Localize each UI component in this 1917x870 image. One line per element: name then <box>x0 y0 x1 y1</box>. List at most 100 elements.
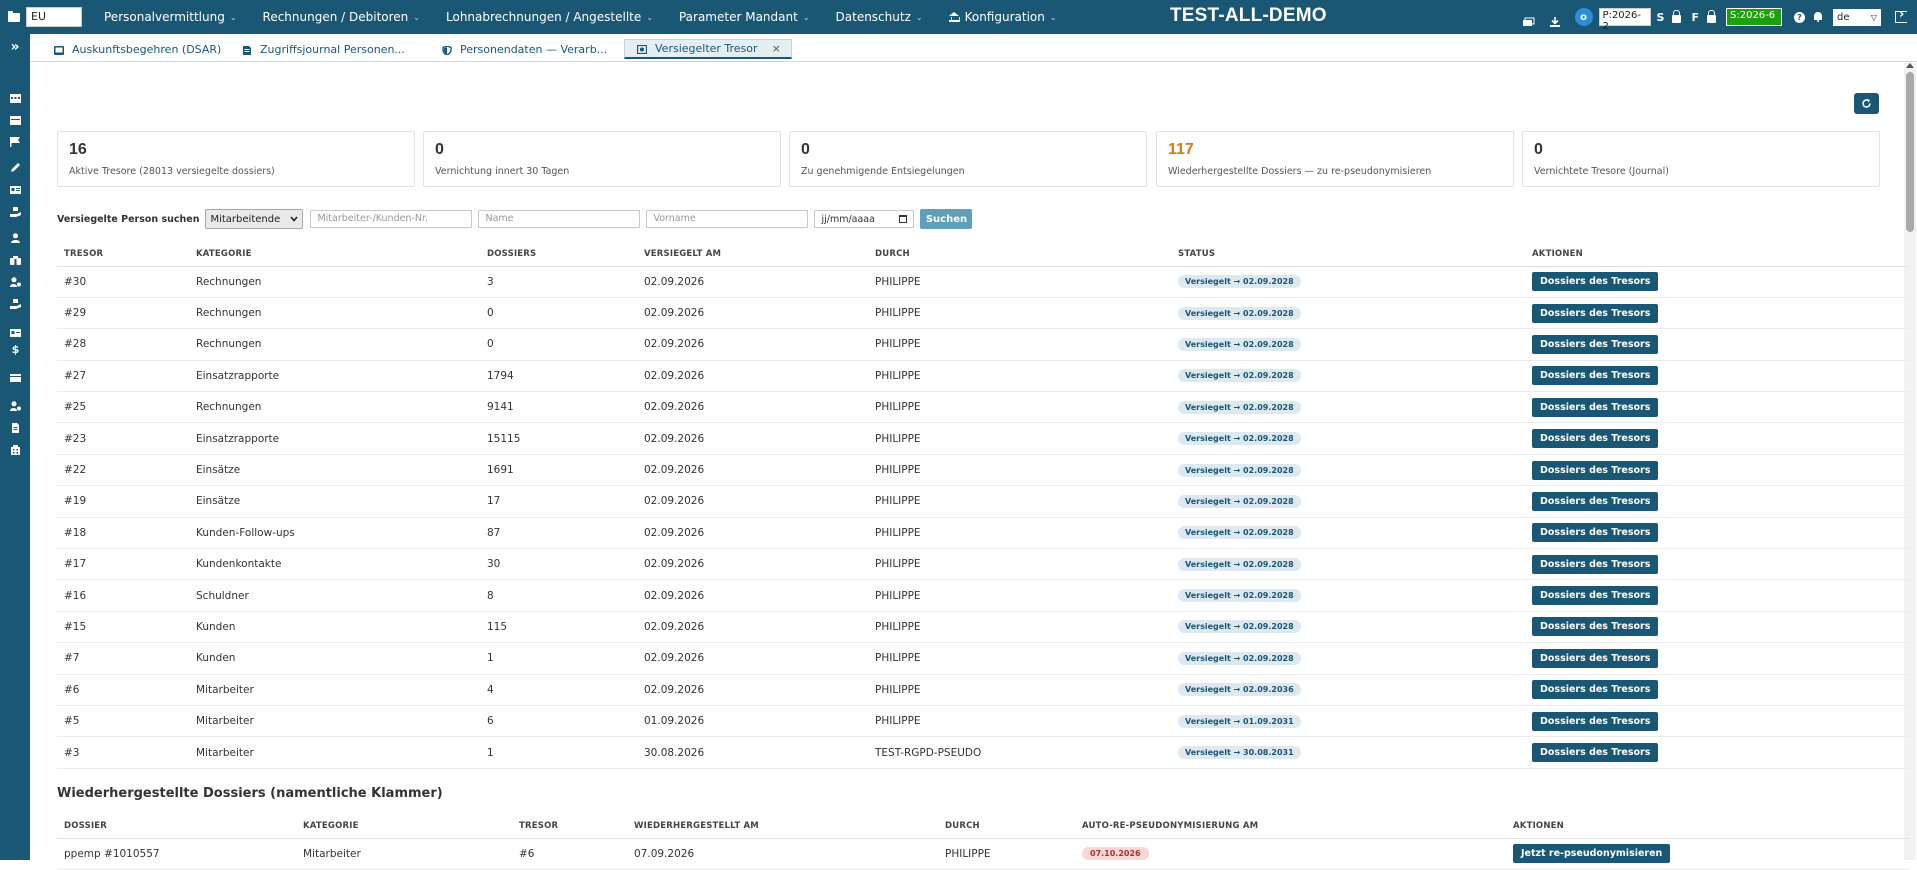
file-icon[interactable] <box>10 418 21 433</box>
sealed-date-cell: 01.09.2026 <box>637 705 868 738</box>
category-cell: Kundenkontakte <box>189 548 480 581</box>
close-icon[interactable]: × <box>772 42 781 55</box>
book-icon <box>54 45 64 55</box>
vault-dossiers-button[interactable]: Dossiers des Tresors <box>1532 617 1659 637</box>
vault-dossiers-button[interactable]: Dossiers des Tresors <box>1532 711 1659 731</box>
calendar-icon[interactable] <box>10 88 21 103</box>
vault-dossiers-button[interactable]: Dossiers des Tresors <box>1532 272 1659 292</box>
vault-dossiers-button[interactable]: Dossiers des Tresors <box>1532 366 1659 386</box>
user-icon[interactable] <box>10 228 21 243</box>
chevron-down-icon: ⌄ <box>915 12 923 22</box>
menu-konfiguration[interactable]: Konfiguration ⌄ <box>948 10 1057 24</box>
repseudonymize-now-button[interactable]: Jetzt re-pseudonymisieren <box>1513 844 1671 864</box>
period-p-input[interactable]: P:2026-2 <box>1598 8 1651 32</box>
address-card-icon[interactable] <box>10 323 21 337</box>
tab-sealed-vault[interactable]: Versiegelter Tresor × <box>624 39 792 59</box>
refresh-button[interactable] <box>1854 93 1879 114</box>
table-row: #19 Einsätze 17 02.09.2026 PHILIPPE Versiegel… <box>57 485 1910 518</box>
menu-label: Personalvermittlung <box>104 10 225 24</box>
expand-sidebar-icon[interactable]: » <box>0 34 30 60</box>
actions-cell: Dossiers des Tresors <box>1525 579 1910 612</box>
vault-dossiers-button[interactable]: Dossiers des Tresors <box>1532 586 1659 606</box>
vault-dossiers-button[interactable]: Dossiers des Tresors <box>1532 429 1659 449</box>
unlock-icon[interactable] <box>1672 10 1682 23</box>
unlock-icon[interactable] <box>1707 10 1716 23</box>
calendar-icon[interactable] <box>10 110 21 125</box>
period-s-input[interactable]: S:2026-6 <box>1726 8 1782 26</box>
menu-parameter-mandant[interactable]: Parameter Mandant ⌄ <box>679 10 810 24</box>
menu-personalvermittlung[interactable]: Personalvermittlung ⌄ <box>104 10 237 24</box>
binoculars-icon[interactable] <box>10 250 21 265</box>
vault-dossiers-button[interactable]: Dossiers des Tresors <box>1532 303 1659 323</box>
menu-datenschutz[interactable]: Datenschutz ⌄ <box>836 10 923 24</box>
menu-rechnungen[interactable]: Rechnungen / Debitoren ⌄ <box>263 10 420 24</box>
vault-dossiers-button[interactable]: Dossiers des Tresors <box>1532 460 1659 480</box>
calendar-icon[interactable] <box>899 215 908 223</box>
actions-cell: Dossiers des Tresors <box>1525 611 1910 644</box>
scroll-up-icon[interactable] <box>1906 63 1914 68</box>
user-settings-icon[interactable] <box>10 396 21 411</box>
bell-icon[interactable] <box>1813 12 1823 22</box>
folder-icon[interactable] <box>8 10 20 22</box>
hand-holding-dollar-icon[interactable] <box>10 294 21 309</box>
status-badge: Versiegelt → 02.09.2028 <box>1178 651 1301 665</box>
status-cell: Versiegelt → 02.09.2028 <box>1171 579 1525 612</box>
stack-icon[interactable] <box>1522 12 1535 26</box>
vault-dossiers-button[interactable]: Dossiers des Tresors <box>1532 397 1659 417</box>
logout-icon[interactable] <box>1895 7 1907 23</box>
restored-table: Dossier Kategorie Tresor Wiederhergestel… <box>57 814 1910 870</box>
person-type-select[interactable]: Mitarbeitende <box>205 209 304 229</box>
column-header: Tresor <box>512 814 627 839</box>
name-input[interactable]: Name <box>478 210 641 228</box>
avatar[interactable]: o <box>1574 8 1593 26</box>
vault-dossiers-button[interactable]: Dossiers des Tresors <box>1532 491 1659 511</box>
vault-dossiers-button[interactable]: Dossiers des Tresors <box>1532 743 1659 763</box>
document-icon <box>242 45 252 55</box>
kpi-label: Zu genehmigende Entsiegelungen <box>801 166 965 177</box>
menu-lohnabrechnungen[interactable]: Lohnabrechnungen / Angestellte ⌄ <box>446 10 653 24</box>
vault-id-cell: #22 <box>57 454 189 487</box>
vault-table: Tresor Kategorie Dossiers Versiegelt am … <box>57 242 1910 769</box>
vault-dossiers-button[interactable]: Dossiers des Tresors <box>1532 680 1659 700</box>
language-select[interactable]: de ▽ <box>1833 8 1881 26</box>
status-badge: Versiegelt → 02.09.2028 <box>1178 494 1301 508</box>
user-cog-icon[interactable] <box>10 272 21 287</box>
download-icon[interactable] <box>1549 12 1561 27</box>
hand-holding-icon[interactable] <box>10 202 21 217</box>
vault-id-cell: #29 <box>57 297 189 330</box>
help-icon[interactable]: ? <box>1794 11 1805 23</box>
tab-personal-data[interactable]: Personendaten — Verarb... <box>430 39 607 59</box>
top-navigation-bar: EU Personalvermittlung ⌄ Rechnungen / Deb… <box>0 0 1917 34</box>
letter-f-indicator: F <box>1691 10 1699 24</box>
sealed-date-cell: 30.08.2026 <box>637 736 868 769</box>
customer-number-input[interactable]: Mitarbeiter-/Kunden-Nr. <box>310 210 473 228</box>
tab-access-journal[interactable]: Zugriffsjournal Personen... <box>230 39 405 59</box>
id-card-icon[interactable] <box>10 180 21 194</box>
category-cell: Kunden-Follow-ups <box>189 517 480 550</box>
scroll-thumb[interactable] <box>1906 72 1914 232</box>
main-menu: Personalvermittlung ⌄ Rechnungen / Debito… <box>104 0 1083 34</box>
flag-icon[interactable] <box>10 132 21 147</box>
wallet-icon[interactable] <box>10 368 21 382</box>
dollar-icon[interactable]: $ <box>10 344 21 356</box>
kpi-value: 16 <box>69 141 87 158</box>
pencil-icon[interactable] <box>10 158 21 172</box>
vault-dossiers-button[interactable]: Dossiers des Tresors <box>1532 334 1659 354</box>
dossier-cell: ppemp #1010557 <box>57 838 296 870</box>
vault-dossiers-button[interactable]: Dossiers des Tresors <box>1532 523 1659 543</box>
vault-dossiers-button[interactable]: Dossiers des Tresors <box>1532 554 1659 574</box>
vault-id-cell: #27 <box>57 360 189 393</box>
firstname-input[interactable]: Vorname <box>646 210 809 228</box>
status-cell: Versiegelt → 01.09.2031 <box>1171 705 1525 738</box>
dossier-count-cell: 1794 <box>480 360 637 393</box>
kpi-unseal-approvals: 0 Zu genehmigende Entsiegelungen <box>789 131 1147 187</box>
mandant-input[interactable]: EU <box>26 7 82 27</box>
vault-dossiers-button[interactable]: Dossiers des Tresors <box>1532 648 1659 668</box>
tab-dsar[interactable]: Auskunftsbegehren (DSAR) <box>42 39 221 59</box>
actions-cell: Dossiers des Tresors <box>1525 736 1910 769</box>
sealed-by-cell: PHILIPPE <box>868 548 1171 581</box>
search-button[interactable]: Suchen <box>920 209 973 229</box>
date-input[interactable]: jj/mm/aaaa <box>814 210 915 228</box>
menu-label: Rechnungen / Debitoren <box>262 10 409 24</box>
building-icon[interactable] <box>10 440 21 455</box>
